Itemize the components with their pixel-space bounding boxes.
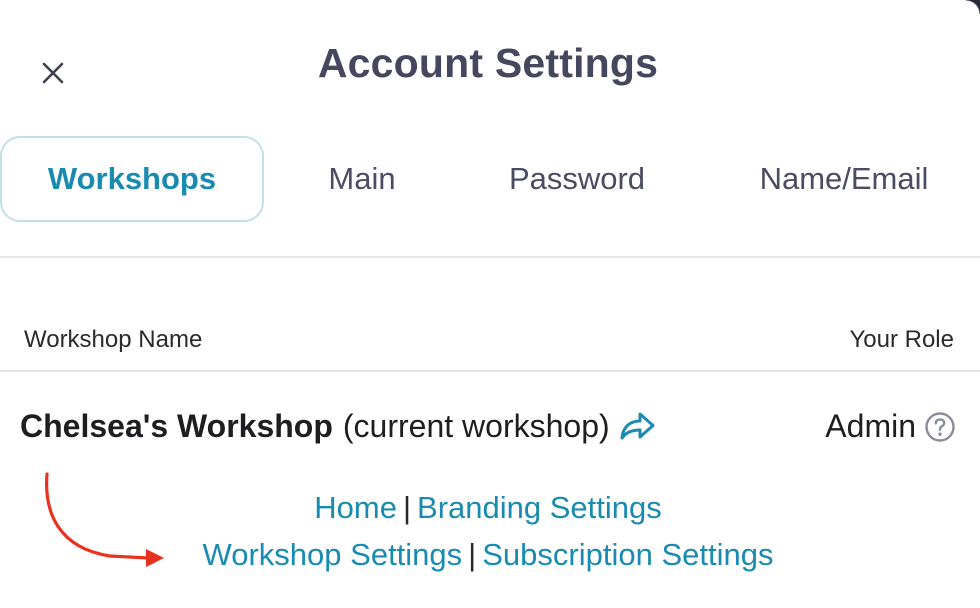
help-circle-icon[interactable]: [924, 411, 956, 443]
role-value: Admin: [825, 408, 916, 444]
backdrop-corner: [966, 0, 980, 14]
role-cell: Admin: [825, 408, 956, 445]
branding-settings-link[interactable]: Branding Settings: [417, 490, 662, 525]
link-separator: |: [402, 490, 412, 525]
subscription-settings-link[interactable]: Subscription Settings: [482, 537, 773, 572]
annotation-arrow-icon: [45, 472, 164, 567]
tab-main[interactable]: Main: [286, 136, 438, 222]
tab-workshops[interactable]: Workshops: [0, 136, 264, 222]
home-link[interactable]: Home: [314, 490, 397, 525]
column-header-your-role: Your Role: [849, 326, 954, 353]
tab-name-email[interactable]: Name/Email: [736, 136, 952, 222]
workshop-settings-link[interactable]: Workshop Settings: [203, 537, 463, 572]
page-title: Account Settings: [317, 40, 659, 86]
header-divider: [0, 370, 980, 372]
tab-password[interactable]: Password: [486, 136, 668, 222]
current-workshop-label: (current workshop): [342, 408, 610, 444]
account-settings-modal: Account Settings Workshops Main Password…: [0, 0, 980, 608]
share-arrow-icon[interactable]: [618, 411, 658, 443]
link-separator: |: [468, 537, 477, 572]
workshop-name: Chelsea's Workshop: [20, 408, 333, 444]
column-header-workshop-name: Workshop Name: [24, 326, 203, 353]
tabs-divider: [0, 256, 980, 258]
workshop-row: Chelsea's Workshop (current workshop): [20, 408, 658, 445]
